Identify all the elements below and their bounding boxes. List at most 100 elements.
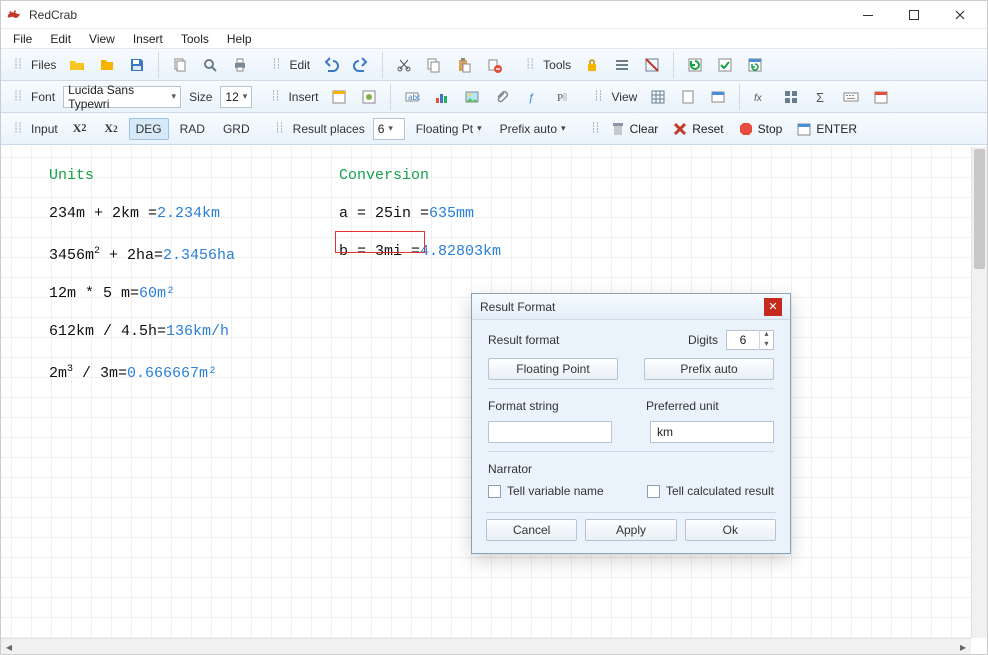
view-sigma-button[interactable]: Σ bbox=[808, 86, 834, 108]
copy-button[interactable] bbox=[421, 54, 447, 76]
math-line[interactable]: a = 25in =635mm bbox=[339, 195, 501, 233]
spin-down-icon[interactable]: ▾ bbox=[759, 340, 773, 350]
recalc-check-button[interactable] bbox=[712, 54, 738, 76]
open-folder-button[interactable] bbox=[64, 54, 90, 76]
grip-icon: ┊┊ bbox=[13, 91, 21, 102]
grip-icon: ┊┊ bbox=[591, 123, 599, 134]
insert-slider-button[interactable]: P bbox=[549, 86, 575, 108]
grid-off-button[interactable] bbox=[639, 54, 665, 76]
preferred-unit-label: Preferred unit bbox=[646, 399, 774, 413]
minimize-button[interactable] bbox=[845, 1, 891, 29]
angle-deg-button[interactable]: DEG bbox=[129, 118, 169, 140]
grip-icon: ┊┊ bbox=[593, 91, 601, 102]
result-format-dialog: Result Format ✕ Result format Digits 6 ▴… bbox=[471, 293, 791, 554]
copy-sheet-button[interactable] bbox=[167, 54, 193, 76]
dialog-ok-button[interactable]: Ok bbox=[685, 519, 776, 541]
maximize-button[interactable] bbox=[891, 1, 937, 29]
app-title: RedCrab bbox=[29, 8, 845, 22]
horizontal-scrollbar[interactable]: ◂ ▸ bbox=[1, 638, 971, 654]
undo-button[interactable] bbox=[318, 54, 344, 76]
dialog-cancel-button[interactable]: Cancel bbox=[486, 519, 577, 541]
menu-edit[interactable]: Edit bbox=[42, 30, 79, 48]
math-line[interactable]: 3456m2 + 2ha=2.3456ha bbox=[49, 233, 235, 275]
app-logo-icon bbox=[5, 6, 23, 24]
preferred-unit-input[interactable] bbox=[650, 421, 774, 443]
sheet-refresh-button[interactable] bbox=[742, 54, 768, 76]
menu-help[interactable]: Help bbox=[219, 30, 260, 48]
enter-button[interactable]: ENTER bbox=[791, 118, 862, 140]
dialog-apply-button[interactable]: Apply bbox=[585, 519, 676, 541]
view-calendar-button[interactable] bbox=[868, 86, 894, 108]
angle-rad-button[interactable]: RAD bbox=[173, 118, 212, 140]
insert-image-button[interactable] bbox=[459, 86, 485, 108]
svg-text:fx: fx bbox=[754, 93, 763, 104]
scroll-thumb[interactable] bbox=[974, 149, 985, 269]
print-button[interactable] bbox=[227, 54, 253, 76]
menu-tools[interactable]: Tools bbox=[173, 30, 217, 48]
view-grid-button[interactable] bbox=[645, 86, 671, 108]
clear-button[interactable]: Clear bbox=[605, 118, 664, 140]
insert-function-button[interactable]: ƒ bbox=[519, 86, 545, 108]
tell-result-checkbox[interactable]: Tell calculated result bbox=[647, 484, 774, 498]
size-combo[interactable]: 12 bbox=[220, 86, 252, 108]
subscript-button[interactable]: X2 bbox=[97, 118, 124, 140]
math-line[interactable]: 12m * 5 m=60m² bbox=[49, 275, 235, 313]
reset-button[interactable]: Reset bbox=[667, 118, 728, 140]
insert-table-button[interactable] bbox=[356, 86, 382, 108]
properties-button[interactable] bbox=[609, 54, 635, 76]
font-label: Font bbox=[27, 90, 59, 104]
format-string-input[interactable] bbox=[488, 421, 612, 443]
dialog-titlebar[interactable]: Result Format ✕ bbox=[472, 294, 790, 320]
insert-chart-button[interactable] bbox=[429, 86, 455, 108]
scroll-left-icon[interactable]: ◂ bbox=[1, 639, 17, 655]
view-window-button[interactable] bbox=[705, 86, 731, 108]
clear-label: Clear bbox=[630, 122, 659, 136]
floating-pt-dropdown[interactable]: Floating Pt bbox=[409, 118, 489, 140]
floating-point-button[interactable]: Floating Point bbox=[488, 358, 618, 380]
recalc-button[interactable] bbox=[682, 54, 708, 76]
tools-label: Tools bbox=[539, 58, 575, 72]
math-line[interactable]: 234m + 2km =2.234km bbox=[49, 195, 235, 233]
view-page-button[interactable] bbox=[675, 86, 701, 108]
math-line[interactable]: 612km / 4.5h=136km/h bbox=[49, 313, 235, 351]
math-line[interactable]: b = 3mi =4.82803km bbox=[339, 233, 501, 271]
menu-insert[interactable]: Insert bbox=[125, 30, 171, 48]
group-insert: ┊┊ Insert abc ƒ P bbox=[264, 84, 581, 110]
menu-file[interactable]: File bbox=[5, 30, 40, 48]
edit-label: Edit bbox=[285, 58, 314, 72]
result-value: 635mm bbox=[429, 205, 474, 222]
open-file-button[interactable] bbox=[94, 54, 120, 76]
superscript-button[interactable]: X2 bbox=[66, 118, 94, 140]
insert-worksheet-button[interactable] bbox=[326, 86, 352, 108]
save-button[interactable] bbox=[124, 54, 150, 76]
insert-attachment-button[interactable] bbox=[489, 86, 515, 108]
toolbar-row-1: ┊┊ Files ┊┊ Edit ┊┊ Tools bbox=[1, 49, 987, 81]
angle-grd-button[interactable]: GRD bbox=[216, 118, 257, 140]
scroll-right-icon[interactable]: ▸ bbox=[955, 639, 971, 655]
dialog-close-button[interactable]: ✕ bbox=[764, 298, 782, 316]
vertical-scrollbar[interactable] bbox=[971, 147, 987, 638]
digits-spinner[interactable]: 6 ▴▾ bbox=[726, 330, 774, 350]
stop-button[interactable]: Stop bbox=[733, 118, 788, 140]
print-preview-button[interactable] bbox=[197, 54, 223, 76]
insert-textbox-button[interactable]: abc bbox=[399, 86, 425, 108]
close-button[interactable] bbox=[937, 1, 983, 29]
redo-button[interactable] bbox=[348, 54, 374, 76]
font-combo[interactable]: Lucida Sans Typewri bbox=[63, 86, 181, 108]
lock-button[interactable] bbox=[579, 54, 605, 76]
prefix-auto-dropdown[interactable]: Prefix auto bbox=[493, 118, 573, 140]
delete-button[interactable] bbox=[481, 54, 507, 76]
menu-view[interactable]: View bbox=[81, 30, 123, 48]
math-line[interactable]: 2m3 / 3m=0.666667m² bbox=[49, 351, 235, 393]
prefix-auto-button[interactable]: Prefix auto bbox=[644, 358, 774, 380]
view-matrix-button[interactable] bbox=[778, 86, 804, 108]
cut-button[interactable] bbox=[391, 54, 417, 76]
view-keyboard-button[interactable] bbox=[838, 86, 864, 108]
tell-variable-checkbox[interactable]: Tell variable name bbox=[488, 484, 604, 498]
result-value: 2.234km bbox=[157, 205, 220, 222]
format-string-label: Format string bbox=[488, 399, 559, 413]
toolbar-row-2: ┊┊ Font Lucida Sans Typewri Size 12 ┊┊ I… bbox=[1, 81, 987, 113]
view-fx-button[interactable]: fx bbox=[748, 86, 774, 108]
result-places-combo[interactable]: 6 bbox=[373, 118, 405, 140]
paste-button[interactable] bbox=[451, 54, 477, 76]
